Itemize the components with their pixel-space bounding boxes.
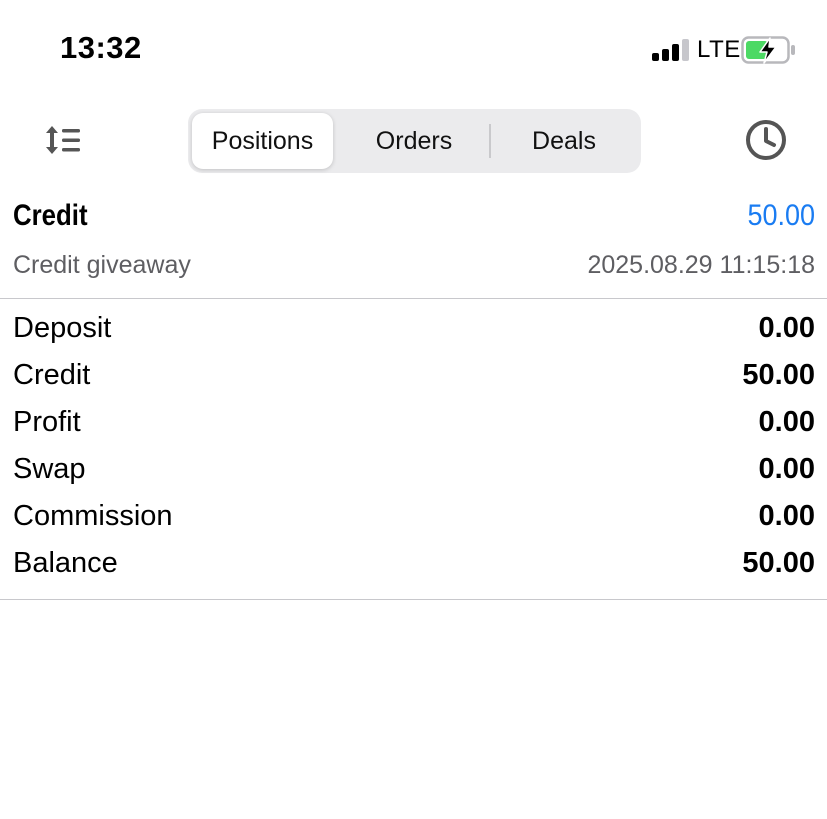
- deal-type: Credit: [13, 199, 88, 232]
- deal-entry[interactable]: Credit 50.00 Credit giveaway 2025.08.29 …: [0, 195, 827, 298]
- clock-icon[interactable]: [744, 118, 788, 162]
- summary-value: 50.00: [742, 359, 815, 391]
- summary-value: 0.00: [758, 500, 815, 532]
- status-time: 13:32: [60, 30, 142, 65]
- summary-label: Profit: [13, 406, 81, 438]
- summary-row-credit: Credit 50.00: [0, 357, 827, 404]
- deal-comment: Credit giveaway: [13, 251, 191, 279]
- summary-label: Swap: [13, 453, 86, 485]
- sort-list-icon[interactable]: [42, 120, 84, 160]
- divider: [0, 599, 827, 600]
- deal-amount: 50.00: [747, 199, 815, 232]
- summary-row-profit: Profit 0.00: [0, 404, 827, 451]
- summary-label: Credit: [13, 359, 91, 391]
- toolbar: Positions Orders Deals: [0, 100, 827, 182]
- divider: [0, 298, 827, 299]
- tab-segmented-control: Positions Orders Deals: [188, 109, 641, 173]
- summary-value: 0.00: [758, 312, 815, 344]
- tab-positions[interactable]: Positions: [192, 113, 333, 169]
- summary-row-swap: Swap 0.00: [0, 451, 827, 498]
- summary-row-balance: Balance 50.00: [0, 545, 827, 592]
- tab-orders[interactable]: Orders: [339, 113, 489, 169]
- summary-value: 0.00: [758, 453, 815, 485]
- summary-list: Deposit 0.00 Credit 50.00 Profit 0.00 Sw…: [0, 310, 827, 592]
- summary-row-commission: Commission 0.00: [0, 498, 827, 545]
- summary-label: Balance: [13, 547, 118, 579]
- status-bar: 13:32 LTE: [0, 0, 827, 100]
- tab-deals[interactable]: Deals: [491, 113, 637, 169]
- signal-bars-icon: [652, 39, 689, 61]
- battery-charging-icon: [741, 36, 795, 64]
- summary-value: 50.00: [742, 547, 815, 579]
- deal-time: 2025.08.29 11:15:18: [587, 251, 815, 279]
- network-label: LTE: [697, 36, 741, 63]
- summary-row-deposit: Deposit 0.00: [0, 310, 827, 357]
- summary-label: Commission: [13, 500, 173, 532]
- summary-label: Deposit: [13, 312, 112, 344]
- summary-value: 0.00: [758, 406, 815, 438]
